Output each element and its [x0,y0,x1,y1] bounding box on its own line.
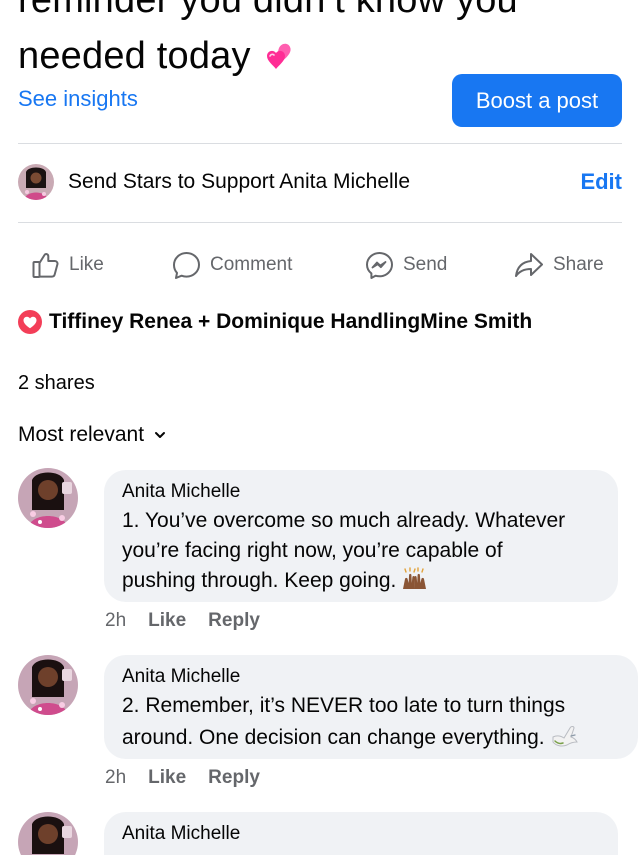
share-arrow-icon [515,253,543,277]
comment-time: 2h [105,610,127,631]
comment-text-line: 1. You’ve overcome so much already. What… [122,509,566,532]
thumbs-up-icon [32,253,59,278]
comment-reply-button[interactable]: Reply [208,767,260,789]
raising-hands-icon [403,567,427,589]
divider [18,222,622,223]
see-insights-link[interactable]: See insights [18,86,138,112]
comment-text-line: 2. Remember, it’s NEVER too late to turn… [122,694,566,717]
send-button[interactable]: Send [364,243,447,287]
comment-author[interactable]: Anita Michelle [122,822,600,846]
comment-item: Anita Michelle [18,812,622,855]
two-hearts-icon [266,43,291,69]
comment-label: Comment [210,254,293,275]
share-button[interactable]: Share [513,243,604,287]
avatar[interactable] [18,468,78,528]
avatar[interactable] [18,812,78,855]
like-label: Like [69,254,104,275]
shares-count[interactable]: 2 shares [18,372,95,395]
post-title-line-2: needed today [18,35,251,77]
comment-bubble: Anita Michelle 2. Remember, it’s NEVER t… [104,655,638,759]
dove-icon [552,726,578,747]
boost-post-button[interactable]: Boost a post [452,74,622,127]
comment-author[interactable]: Anita Michelle [122,665,620,689]
comment-meta: 2h Like Reply [105,767,282,789]
comment-like-button[interactable]: Like [148,767,186,789]
sort-label: Most relevant [18,423,145,446]
comment-like-button[interactable]: Like [148,610,186,632]
messenger-icon [366,251,393,279]
send-label: Send [403,254,448,275]
reactions-summary[interactable]: Tiffiney Renea + Dominique HandlingMine … [18,310,532,334]
comment-meta: 2h Like Reply [105,610,282,632]
comment-button[interactable]: Comment [171,243,292,287]
like-button[interactable]: Like [31,243,104,287]
comment-sort-dropdown[interactable]: Most relevant [18,423,166,447]
avatar[interactable] [18,655,78,715]
share-label: Share [553,254,604,275]
send-stars-text: Send Stars to Support Anita Michelle [68,170,411,193]
comment-time: 2h [105,767,127,788]
post-title-line-1: reminder you didn’t know you [18,0,518,21]
comment-reply-button[interactable]: Reply [208,610,260,632]
send-stars-row[interactable]: Send Stars to Support Anita Michelle Edi… [18,160,622,204]
post-title: reminder you didn’t know you needed toda… [18,0,518,84]
comment-bubble: Anita Michelle [104,812,618,855]
comment-item: Anita Michelle 2. Remember, it’s NEVER t… [18,655,638,795]
edit-link[interactable]: Edit [580,169,622,195]
comment-text-line: you’re facing right now, you’re capable … [122,539,503,562]
comment-author[interactable]: Anita Michelle [122,480,600,504]
comment-bubble: Anita Michelle 1. You’ve overcome so muc… [104,470,618,602]
avatar [18,164,54,200]
comment-text-line: around. One decision can change everythi… [122,726,545,749]
comment-text-line: pushing through. Keep going. [122,569,397,592]
divider [18,143,622,144]
comment-text: 2. Remember, it’s NEVER too late to turn… [122,691,620,753]
reaction-names: Tiffiney Renea + Dominique HandlingMine … [49,310,533,333]
comment-item: Anita Michelle 1. You’ve overcome so muc… [18,468,622,638]
post-action-bar: Like Comment Send Share [0,243,640,287]
chevron-down-icon [155,432,166,438]
comment-icon [173,251,200,279]
comment-text: 1. You’ve overcome so much already. What… [122,506,600,596]
love-reaction-icon [18,310,42,334]
